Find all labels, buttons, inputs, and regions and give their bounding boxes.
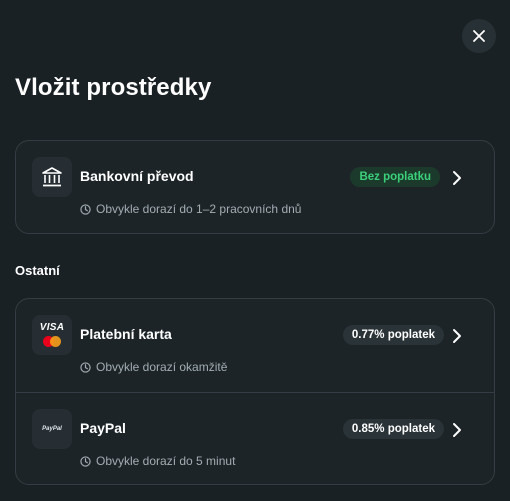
fee-badge: 0.77% poplatek xyxy=(342,325,444,345)
paypal-icon: PayPal xyxy=(32,409,72,449)
clock-icon xyxy=(80,361,91,373)
bank-transfer-card: Bankovní převod Bez poplatku Obvykle dor… xyxy=(15,140,495,234)
paypal-logo: PayPal xyxy=(42,426,62,432)
chevron-right-icon xyxy=(451,421,463,439)
bank-icon xyxy=(42,167,62,187)
arrival-time: Obvykle dorazí do 1–2 pracovních dnů xyxy=(80,202,301,216)
payment-method-name: PayPal xyxy=(80,420,126,436)
section-label-other: Ostatní xyxy=(15,263,60,278)
arrival-time: Obvykle dorazí okamžitě xyxy=(80,360,227,374)
card-logos-icon: VISA xyxy=(32,315,72,355)
fee-badge: Bez poplatku xyxy=(350,167,440,187)
other-methods-card: VISA Platební karta 0.77% poplatek Obvyk… xyxy=(15,298,495,485)
fee-badge: 0.85% poplatek xyxy=(342,419,444,439)
bank-icon-box xyxy=(32,157,72,197)
payment-method-bank-transfer[interactable]: Bankovní převod Bez poplatku Obvykle dor… xyxy=(16,141,494,233)
arrival-time-text: Obvykle dorazí do 5 minut xyxy=(96,454,236,468)
visa-logo: VISA xyxy=(39,322,65,333)
clock-icon xyxy=(80,455,91,467)
arrival-time-text: Obvykle dorazí do 1–2 pracovních dnů xyxy=(96,202,302,216)
payment-method-card[interactable]: VISA Platební karta 0.77% poplatek Obvyk… xyxy=(16,299,494,392)
arrival-time-text: Obvykle dorazí okamžitě xyxy=(96,360,228,374)
payment-method-paypal[interactable]: PayPal PayPal 0.85% poplatek Obvykle dor… xyxy=(16,392,494,484)
page-title: Vložit prostředky xyxy=(15,74,212,101)
mastercard-icon xyxy=(43,336,61,347)
chevron-right-icon xyxy=(451,327,463,345)
payment-method-name: Platební karta xyxy=(80,326,172,342)
arrival-time: Obvykle dorazí do 5 minut xyxy=(80,454,235,468)
close-icon xyxy=(473,30,485,42)
clock-icon xyxy=(80,203,91,215)
payment-method-name: Bankovní převod xyxy=(80,168,194,184)
chevron-right-icon xyxy=(451,169,463,187)
close-button[interactable] xyxy=(462,19,496,53)
